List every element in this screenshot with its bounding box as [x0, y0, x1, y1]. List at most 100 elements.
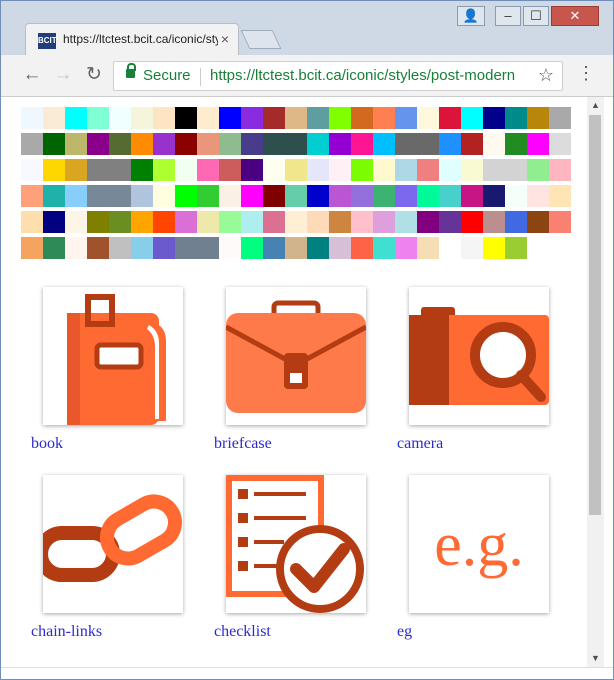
- color-swatch: [351, 133, 373, 155]
- eg-card[interactable]: e.g.: [409, 475, 549, 613]
- url-text[interactable]: https://ltctest.bcit.ca/iconic/styles/po…: [210, 67, 528, 84]
- reload-button[interactable]: ↻: [83, 64, 105, 86]
- camera-link[interactable]: camera: [397, 435, 443, 453]
- color-swatch: [483, 237, 505, 259]
- color-swatch: [43, 211, 65, 233]
- color-swatch: [505, 133, 527, 155]
- color-swatch: [527, 211, 549, 233]
- swatch-row: [21, 133, 581, 155]
- color-swatch: [417, 133, 439, 155]
- profile-button[interactable]: 👤: [457, 6, 485, 26]
- close-window-button[interactable]: ✕: [551, 6, 599, 26]
- color-swatch: [285, 211, 307, 233]
- color-swatch: [351, 211, 373, 233]
- color-swatch: [285, 107, 307, 129]
- color-swatch: [417, 185, 439, 207]
- star-icon[interactable]: ☆: [538, 65, 554, 86]
- chain-links-link[interactable]: chain-links: [31, 623, 102, 641]
- color-swatch: [483, 185, 505, 207]
- color-swatch: [109, 237, 131, 259]
- color-swatch: [219, 133, 241, 155]
- camera-card[interactable]: [409, 287, 549, 425]
- color-swatch: [21, 159, 43, 181]
- book-card[interactable]: [43, 287, 183, 425]
- bcit-favicon: BCIT: [38, 33, 57, 49]
- address-bar[interactable]: Secure https://ltctest.bcit.ca/iconic/st…: [113, 61, 563, 91]
- color-swatch: [461, 107, 483, 129]
- lock-icon[interactable]: [126, 63, 136, 78]
- scroll-up-icon[interactable]: ▲: [591, 100, 600, 110]
- color-swatch: [439, 237, 461, 259]
- color-swatch: [109, 133, 131, 155]
- color-swatch: [439, 185, 461, 207]
- color-swatch: [175, 159, 197, 181]
- back-button[interactable]: ←: [21, 64, 43, 86]
- color-swatch: [351, 107, 373, 129]
- menu-icon[interactable]: ⋮: [577, 63, 595, 84]
- color-swatch: [175, 107, 197, 129]
- chain-links-card[interactable]: [43, 475, 183, 613]
- scroll-down-icon[interactable]: ▼: [591, 653, 600, 663]
- swatch-row: [21, 237, 581, 259]
- page-content: book briefcase camera chain-links checkl…: [9, 97, 587, 667]
- checklist-card[interactable]: [226, 475, 366, 613]
- color-swatch: [527, 133, 549, 155]
- color-swatch: [549, 211, 571, 233]
- eg-glyph: e.g.: [434, 511, 524, 579]
- color-swatch: [549, 185, 571, 207]
- color-swatch: [285, 159, 307, 181]
- color-swatch: [87, 211, 109, 233]
- swatch-row: [21, 107, 581, 129]
- color-swatch: [351, 185, 373, 207]
- close-icon[interactable]: ×: [221, 31, 229, 47]
- color-swatch: [131, 237, 153, 259]
- scroll-thumb[interactable]: [589, 115, 601, 515]
- browser-window: BCIT https://ltctest.bcit.ca/iconic/styl…: [0, 0, 614, 680]
- color-swatch: [373, 133, 395, 155]
- color-swatch: [505, 107, 527, 129]
- color-swatch: [373, 237, 395, 259]
- forward-button[interactable]: →: [52, 64, 74, 86]
- minimize-button[interactable]: –: [495, 6, 521, 26]
- tab-title: https://ltctest.bcit.ca/iconic/styles: [63, 32, 218, 46]
- color-swatch: [241, 159, 263, 181]
- color-swatch: [219, 211, 241, 233]
- color-swatch: [483, 133, 505, 155]
- color-swatch: [483, 159, 505, 181]
- color-swatch: [21, 107, 43, 129]
- checklist-link[interactable]: checklist: [214, 623, 271, 641]
- color-swatch: [241, 185, 263, 207]
- color-swatch: [197, 133, 219, 155]
- book-link[interactable]: book: [31, 435, 63, 453]
- color-swatch: [175, 133, 197, 155]
- browser-tab[interactable]: BCIT https://ltctest.bcit.ca/iconic/styl…: [25, 23, 239, 55]
- color-swatch: [241, 133, 263, 155]
- color-swatch: [417, 107, 439, 129]
- chain-links-icon: [43, 494, 182, 582]
- briefcase-icon: [226, 300, 366, 413]
- color-swatch: [417, 211, 439, 233]
- color-swatch: [395, 159, 417, 181]
- color-swatch: [329, 133, 351, 155]
- briefcase-card[interactable]: [226, 287, 366, 425]
- vertical-scrollbar[interactable]: ▲ ▼: [587, 97, 604, 667]
- color-swatch: [175, 211, 197, 233]
- briefcase-link[interactable]: briefcase: [214, 435, 272, 453]
- color-swatch: [505, 237, 527, 259]
- color-swatch: [197, 159, 219, 181]
- color-swatch: [65, 159, 87, 181]
- color-swatch: [219, 159, 241, 181]
- security-indicator[interactable]: Secure: [143, 67, 191, 84]
- color-swatch: [109, 185, 131, 207]
- color-swatch: [131, 185, 153, 207]
- title-bar: BCIT https://ltctest.bcit.ca/iconic/styl…: [1, 1, 613, 55]
- color-swatch: [43, 237, 65, 259]
- color-swatch: [21, 211, 43, 233]
- maximize-button[interactable]: ☐: [523, 6, 549, 26]
- new-tab-button[interactable]: [240, 30, 282, 49]
- eg-link[interactable]: eg: [397, 623, 412, 641]
- swatch-row: [21, 159, 581, 181]
- color-swatch: [87, 237, 109, 259]
- color-swatch: [307, 159, 329, 181]
- color-swatch: [65, 237, 87, 259]
